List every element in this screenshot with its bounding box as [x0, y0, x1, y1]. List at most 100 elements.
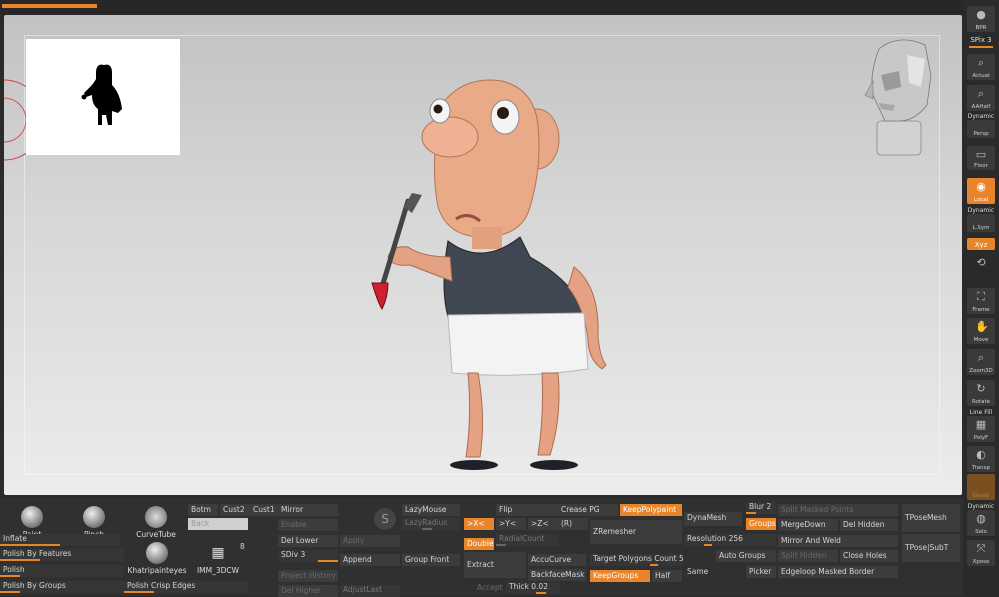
crease-pg-button[interactable]: Crease PG — [558, 504, 618, 516]
blur-slider[interactable]: Blur 2 — [746, 502, 776, 514]
inflate-slider[interactable]: Inflate — [0, 534, 120, 546]
zoom3d-button[interactable]: ⌕ Zoom3D — [967, 349, 995, 375]
groups-button[interactable]: Groups — [746, 518, 776, 530]
lazyradius-slider[interactable]: LazyRadius — [402, 518, 460, 530]
symmetry-y-button[interactable]: >Y< — [496, 518, 526, 530]
project-history-button[interactable]: Project History — [278, 570, 338, 582]
polyframe-grid-icon: ▦ — [975, 418, 987, 431]
lsym-button[interactable]: L.Sym — [967, 214, 995, 232]
bottom-tool-shelf: Paint Pinch CurveTube Khatripainteyes ▦ … — [0, 498, 963, 597]
move-button[interactable]: ✋ Move — [967, 318, 995, 344]
same-button[interactable]: Same — [684, 566, 712, 578]
tposemesh-button[interactable]: TPoseMesh — [902, 504, 960, 532]
spix-slider-bar — [969, 46, 993, 48]
navigation-head-gizmo[interactable] — [859, 35, 939, 165]
back-color-button[interactable]: Back — [188, 518, 248, 530]
symmetry-x-button[interactable]: >X< — [464, 518, 494, 530]
local-button[interactable]: ◉ Local — [967, 178, 995, 204]
close-holes-button[interactable]: Close Holes — [840, 550, 898, 562]
khatripainteyes-brush-icon — [146, 542, 168, 564]
khatripainteyes-brush-button[interactable]: Khatripainteyes — [122, 538, 192, 582]
xpose-icon: ⤧ — [976, 542, 986, 555]
polish-by-groups-slider[interactable]: Polish By Groups — [0, 581, 124, 593]
rotate-icon: ↻ — [976, 382, 986, 395]
flip-button[interactable]: Flip — [496, 504, 558, 516]
radial-symmetry-button[interactable]: (R) — [558, 518, 588, 530]
tpose-subt-button[interactable]: TPose|SubT — [902, 534, 960, 562]
apply-button[interactable]: Apply — [340, 535, 400, 547]
xpose-button[interactable]: ⤧ Xpose — [967, 540, 995, 566]
adjust-last-slider[interactable]: AdjustLast — [340, 585, 400, 597]
progress-bar — [2, 4, 97, 8]
sphere-icon: ● — [976, 8, 986, 21]
bpr-button[interactable]: ● BPR — [967, 6, 995, 32]
sdiv-slider[interactable]: SDiv 3 — [278, 550, 338, 562]
append-button[interactable]: Append — [340, 554, 400, 566]
keep-polypaint-button[interactable]: KeepPolypaint — [620, 504, 682, 516]
keep-groups-button[interactable]: KeepGroups — [590, 570, 650, 582]
merge-down-button[interactable]: MergeDown — [778, 519, 838, 531]
cust1-button[interactable]: Cust1 — [250, 504, 278, 516]
ghost-button[interactable]: Ghost — [967, 474, 995, 500]
lazymouse-button[interactable]: LazyMouse — [402, 504, 460, 516]
split-masked-points-button[interactable]: Split Masked Points — [778, 504, 898, 516]
split-hidden-button[interactable]: Split Hidden — [778, 550, 838, 562]
accucurve-button[interactable]: AccuCurve — [528, 554, 586, 566]
lazymouse-icon[interactable]: S — [374, 508, 396, 530]
aahalf-button[interactable]: ⌕ AAHalf — [967, 85, 995, 111]
top-status-bar — [0, 0, 999, 14]
floor-button[interactable]: ▭ Floor — [967, 146, 995, 170]
polyf-button[interactable]: ▦ PolyF — [967, 416, 995, 442]
cust2-button[interactable]: Cust2 — [220, 504, 250, 516]
frame-icon: ⛶ — [977, 290, 985, 303]
half-button[interactable]: Half — [652, 570, 682, 582]
del-hidden-button[interactable]: Del Hidden — [840, 519, 898, 531]
backfacemask-button[interactable]: BackfaceMask — [528, 569, 586, 581]
target-polygons-slider[interactable]: Target Polygons Count 5 — [590, 554, 684, 566]
rotate-button[interactable]: ↻ Rotate — [967, 380, 995, 406]
document-canvas[interactable] — [4, 15, 962, 495]
extract-button[interactable]: Extract — [464, 552, 526, 578]
accept-button[interactable]: Accept — [474, 582, 504, 594]
dynamic-label-3: Dynamic — [967, 503, 995, 510]
linefill-label: Line Fill — [969, 409, 993, 416]
3d-character-model[interactable] — [352, 77, 622, 472]
zremesher-button[interactable]: ZRemesher — [590, 520, 682, 544]
auto-groups-button[interactable]: Auto Groups — [716, 550, 776, 562]
mirror-button[interactable]: Mirror — [278, 504, 338, 516]
double-button[interactable]: Double — [464, 538, 494, 550]
persp-button[interactable]: Persp — [967, 120, 995, 138]
polish-crisp-edges-slider[interactable]: Polish Crisp Edges — [124, 581, 248, 593]
xyz-button[interactable]: Xyz — [967, 238, 995, 250]
mirror-and-weld-button[interactable]: Mirror And Weld — [778, 535, 898, 547]
enable-button[interactable]: Enable — [278, 519, 338, 531]
curvetube-brush-icon — [145, 506, 167, 528]
imm-3dcw-brush-button[interactable]: ▦ IMM_3DCW — [190, 538, 246, 582]
local-pivot-icon: ◉ — [976, 180, 986, 193]
right-shelf: ● BPR SPix 3 ⌕ Actual ⌕ AAHalf Dynamic Pers… — [963, 0, 999, 596]
hand-icon: ✋ — [975, 320, 989, 333]
actual-button[interactable]: ⌕ Actual — [967, 54, 995, 80]
group-front-button[interactable]: Group Front — [402, 554, 460, 566]
polish-slider[interactable]: Polish — [0, 565, 124, 577]
transparency-icon: ◐ — [976, 448, 986, 461]
pinch-brush-icon — [83, 506, 105, 528]
solo-button[interactable]: ◍ Solo — [967, 510, 995, 536]
thick-slider[interactable]: Thick 0.02 — [506, 582, 560, 594]
botm-button[interactable]: Botm — [188, 504, 218, 516]
transp-button[interactable]: ◐ Transp — [967, 446, 995, 472]
edgeloop-masked-border-button[interactable]: Edgeloop Masked Border — [778, 566, 898, 578]
rotate-axis-icons[interactable]: ⟲ — [967, 254, 995, 282]
dynamesh-button[interactable]: DynaMesh — [684, 512, 742, 526]
polish-by-features-slider[interactable]: Polish By Features — [0, 549, 124, 561]
picker-button[interactable]: Picker — [746, 566, 776, 578]
zoom-icon: ⌕ — [977, 351, 985, 364]
radialcount-slider[interactable]: RadialCount — [496, 534, 558, 546]
symmetry-z-button[interactable]: >Z< — [528, 518, 558, 530]
del-lower-button[interactable]: Del Lower — [278, 535, 338, 547]
frame-button[interactable]: ⛶ Frame — [967, 288, 995, 314]
resolution-slider[interactable]: Resolution 256 — [684, 534, 776, 546]
spix-slider[interactable]: SPix 3 — [963, 36, 999, 44]
paint-brush-icon — [21, 506, 43, 528]
del-higher-button[interactable]: Del Higher — [278, 585, 338, 597]
